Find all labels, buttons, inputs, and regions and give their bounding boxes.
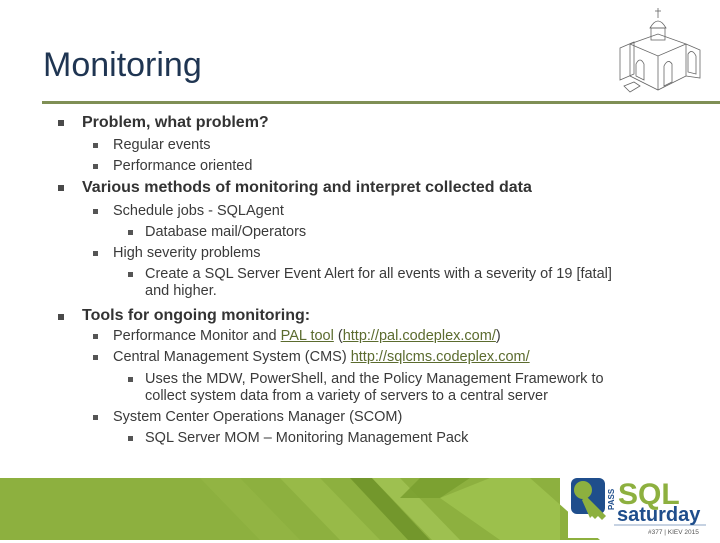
church-illustration-icon — [619, 8, 701, 93]
bullet-marker — [128, 272, 133, 277]
bullet-marker — [93, 209, 98, 214]
slide-title: Monitoring — [43, 46, 202, 84]
bullet-marker — [93, 164, 98, 169]
sub-sub-bullet: Create a SQL Server Event Alert for all … — [145, 266, 612, 282]
sub-sub-bullet: Uses the MDW, PowerShell, and the Policy… — [145, 371, 604, 387]
title-divider — [42, 101, 720, 104]
bullet-marker — [93, 415, 98, 420]
logo-event-text: #377 | KIEV 2015 — [648, 529, 699, 536]
bullet-marker — [93, 355, 98, 360]
key-icon: PASS SQL saturday #377 | KIEV 2015 — [571, 478, 706, 536]
logo-pass-text: PASS — [607, 488, 616, 510]
bullet-marker — [93, 251, 98, 256]
bullet-marker — [58, 185, 64, 191]
bullet-marker — [58, 120, 64, 126]
pal-tool-link[interactable]: PAL tool — [281, 328, 334, 344]
bullet-marker — [128, 436, 133, 441]
bullet-tools: Tools for ongoing monitoring: — [82, 307, 311, 324]
sub-bullet-perfmon: Performance Monitor and PAL tool (http:/… — [113, 328, 501, 344]
paren-close: ) — [495, 328, 501, 344]
sub-sub-bullet: SQL Server MOM – Monitoring Management P… — [145, 430, 469, 446]
bullet-marker — [128, 377, 133, 382]
sub-sub-bullet-continuation: collect system data from a variety of se… — [145, 388, 548, 404]
sub-bullet: High severity problems — [113, 245, 261, 261]
bullet-marker — [128, 230, 133, 235]
sub-bullet: System Center Operations Manager (SCOM) — [113, 409, 403, 425]
sub-bullet-cms: Central Management System (CMS) http://s… — [113, 349, 530, 365]
sub-bullet: Regular events — [113, 137, 211, 153]
bullet-marker — [93, 334, 98, 339]
paren-open: ( — [333, 328, 343, 344]
sub-sub-bullet-continuation: and higher. — [145, 283, 217, 299]
sub-bullet: Performance oriented — [113, 158, 253, 174]
bullet-methods: Various methods of monitoring and interp… — [82, 179, 532, 196]
sub-bullet: Schedule jobs - SQLAgent — [113, 203, 284, 219]
perfmon-text: Performance Monitor and — [113, 328, 281, 344]
sub-sub-bullet: Database mail/Operators — [145, 224, 307, 240]
pal-codeplex-link[interactable]: http://pal.codeplex.com/ — [343, 328, 496, 344]
logo-saturday-text: saturday — [617, 504, 701, 526]
sqlsaturday-logo: PASS SQL saturday #377 | KIEV 2015 — [568, 474, 708, 538]
sqlcms-link[interactable]: http://sqlcms.codeplex.com/ — [351, 349, 530, 365]
bullet-marker — [58, 314, 64, 320]
bullet-problem: Problem, what problem? — [82, 114, 269, 131]
bullet-marker — [93, 143, 98, 148]
cms-text: Central Management System (CMS) — [113, 349, 351, 365]
